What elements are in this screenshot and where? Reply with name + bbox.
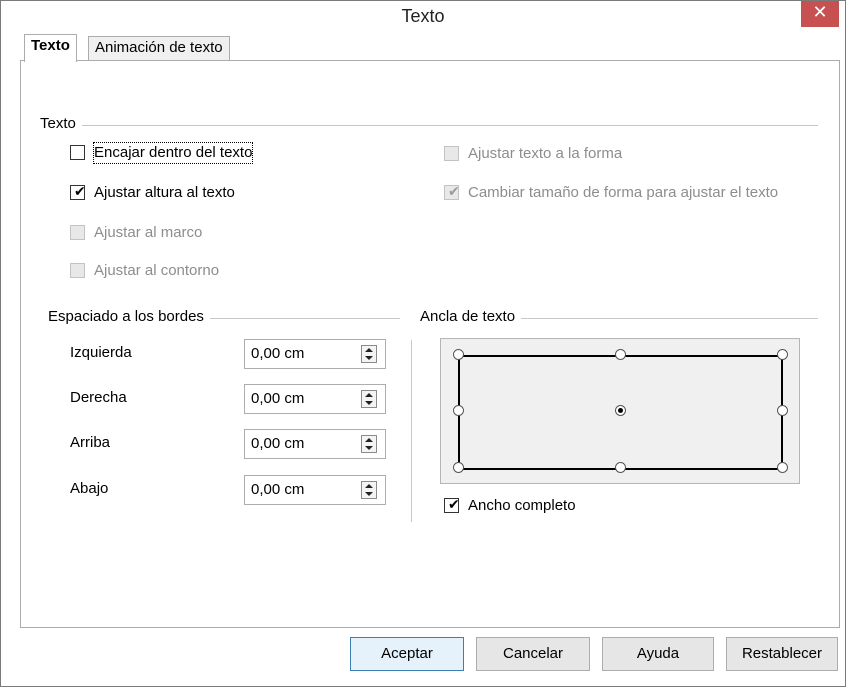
arriba-label: Arriba: [70, 434, 111, 451]
dialog-title: Texto: [401, 6, 445, 26]
tab-texto[interactable]: Texto: [24, 34, 77, 62]
izquierda-spinbox[interactable]: 0,00 cm: [244, 339, 386, 369]
checkbox-label: Encajar dentro del texto: [92, 142, 254, 164]
derecha-label: Derecha: [70, 389, 127, 406]
group-separator: [411, 340, 412, 522]
checkbox-box[interactable]: [70, 145, 85, 160]
izquierda-label: Izquierda: [70, 344, 132, 361]
spinbox-value[interactable]: 0,00 cm: [251, 476, 304, 504]
anchor-bottom-left[interactable]: [453, 462, 464, 473]
checkmark-icon: ✔: [448, 184, 460, 200]
checkbox-label: Ajustar altura al texto: [94, 184, 235, 201]
checkmark-icon: ✔: [74, 184, 86, 200]
checkbox-label: Ancho completo: [468, 497, 576, 514]
anchor-center[interactable]: [615, 405, 626, 416]
abajo-spinbox[interactable]: 0,00 cm: [244, 475, 386, 505]
espaciado-group-label: Espaciado a los bordes: [48, 308, 210, 325]
anchor-top-right[interactable]: [777, 349, 788, 360]
tab-animacion-de-texto[interactable]: Animación de texto: [88, 36, 230, 61]
texto-group-label: Texto: [40, 115, 82, 132]
anchor-bottom-right[interactable]: [777, 462, 788, 473]
ancla-group-label: Ancla de texto: [420, 308, 522, 325]
checkbox-label: Cambiar tamaño de forma para ajustar el …: [468, 184, 779, 201]
anchor-top-center[interactable]: [615, 349, 626, 360]
checkbox-box: [444, 146, 459, 161]
spinbox-value[interactable]: 0,00 cm: [251, 385, 304, 413]
ayuda-button[interactable]: Ayuda: [602, 637, 714, 671]
anchor-middle-right[interactable]: [777, 405, 788, 416]
arriba-spinbox[interactable]: 0,00 cm: [244, 429, 386, 459]
spin-arrows-icon[interactable]: [361, 435, 377, 453]
cambiar-tamano-de-forma-checkbox: ✔ Cambiar tamaño de forma para ajustar e…: [444, 183, 836, 203]
checkbox-box: [70, 225, 85, 240]
spinbox-value[interactable]: 0,00 cm: [251, 430, 304, 458]
derecha-spinbox[interactable]: 0,00 cm: [244, 384, 386, 414]
spin-arrows-icon[interactable]: [361, 345, 377, 363]
spin-arrows-icon[interactable]: [361, 481, 377, 499]
anchor-bottom-center[interactable]: [615, 462, 626, 473]
checkbox-label: Ajustar al marco: [94, 224, 203, 241]
spinbox-value[interactable]: 0,00 cm: [251, 340, 304, 368]
checkbox-box: ✔: [444, 184, 460, 200]
anchor-top-left[interactable]: [453, 349, 464, 360]
anchor-middle-left[interactable]: [453, 405, 464, 416]
anchor-selector[interactable]: [440, 338, 800, 484]
checkbox-label: Ajustar texto a la forma: [468, 145, 623, 162]
restablecer-button[interactable]: Restablecer: [726, 637, 838, 671]
cancelar-button[interactable]: Cancelar: [476, 637, 590, 671]
checkbox-box[interactable]: ✔: [70, 184, 86, 200]
close-icon[interactable]: ✕: [801, 1, 839, 27]
checkbox-label: Ajustar al contorno: [94, 262, 220, 279]
title-bar[interactable]: Texto ✕: [1, 1, 845, 33]
texto-group-line: [40, 125, 818, 126]
spin-arrows-icon[interactable]: [361, 390, 377, 408]
checkbox-box[interactable]: ✔: [444, 497, 460, 513]
aceptar-button[interactable]: Aceptar: [350, 637, 464, 671]
checkmark-icon: ✔: [448, 497, 460, 513]
checkbox-box: [70, 263, 85, 278]
abajo-label: Abajo: [70, 480, 109, 497]
